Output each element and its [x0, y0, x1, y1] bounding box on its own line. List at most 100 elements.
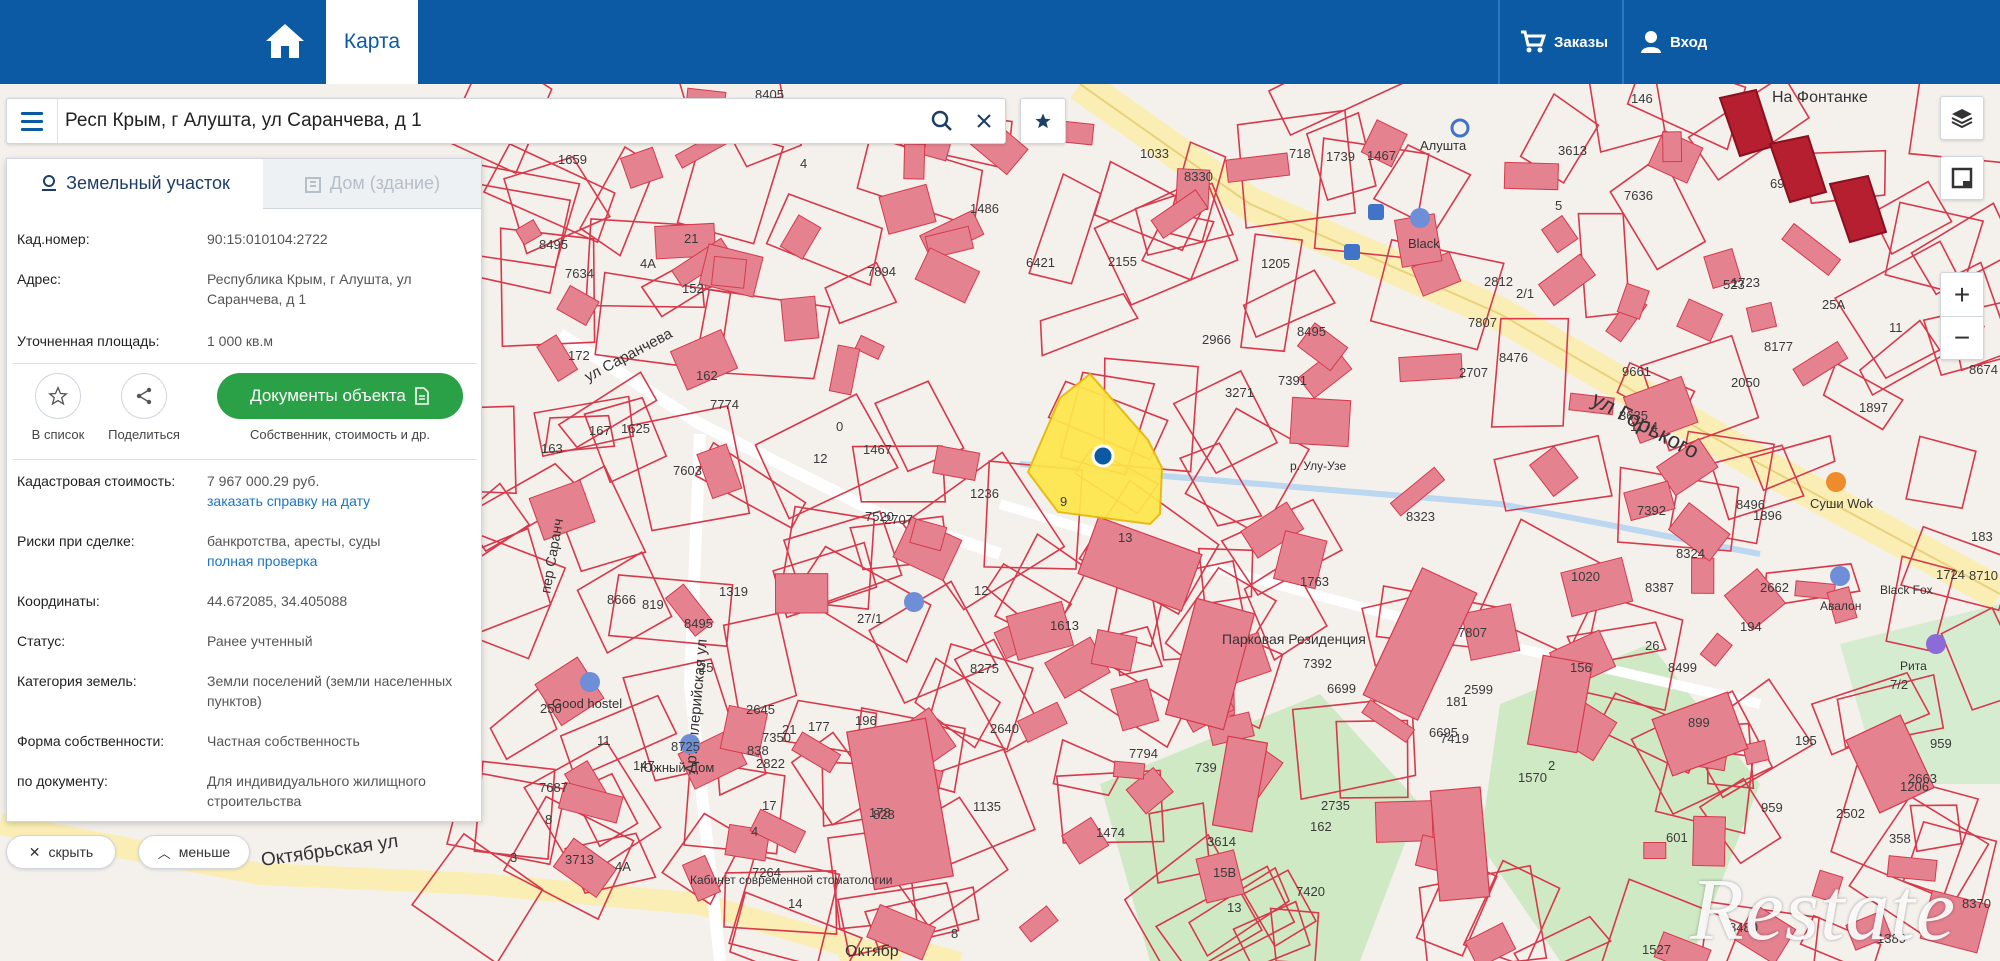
add-to-list-button[interactable]: [35, 373, 81, 419]
field-value-group: 7 967 000.29 руб. заказать справку на да…: [207, 471, 477, 511]
parcel-number-label: 146: [1631, 91, 1653, 106]
building-footprint[interactable]: [1692, 815, 1726, 867]
basemap-button[interactable]: [1940, 156, 1984, 200]
building-footprint[interactable]: [1643, 841, 1667, 860]
zoom-out-button[interactable]: −: [1941, 316, 1983, 359]
clear-search-button[interactable]: [967, 105, 1001, 137]
parcel-number-label: 3635: [1619, 408, 1648, 423]
menu-icon: [21, 111, 43, 115]
login-button[interactable]: Вход: [1640, 24, 1707, 60]
poi-rita: Рита: [1900, 659, 1927, 673]
collapse-panel-button[interactable]: ︿ меньше: [138, 835, 250, 869]
tab-land-plot[interactable]: Земельный участок: [7, 159, 263, 209]
parcel-number-label: 2707: [1459, 365, 1488, 380]
orders-button[interactable]: Заказы: [1520, 24, 1608, 60]
share-button[interactable]: [121, 373, 167, 419]
building-footprint[interactable]: [710, 255, 748, 289]
cad-number-link[interactable]: 90:15:010104:2722: [207, 229, 477, 249]
parcel-number-label: 1033: [1140, 146, 1169, 161]
zoom-control: + −: [1940, 272, 1984, 360]
zoom-in-button[interactable]: +: [1941, 273, 1983, 316]
object-documents-button[interactable]: Документы объекта: [217, 373, 463, 419]
parcel-number-label: 1135: [973, 799, 1001, 814]
parcel-number-label: 3613: [1558, 143, 1587, 158]
field-label: Кадастровая стоимость:: [17, 473, 176, 489]
parcel-number-label: 7520: [865, 509, 894, 524]
parcel-number-label: 2640: [990, 721, 1019, 736]
building-footprint[interactable]: [774, 573, 829, 614]
building-footprint[interactable]: [780, 295, 820, 342]
parcel-number-label: 1527: [1642, 942, 1671, 957]
menu-button[interactable]: [7, 99, 57, 143]
parcel-number-label: 183: [1971, 529, 1993, 544]
field-value: Земли поселений (земли населенных пункто…: [207, 673, 453, 709]
parcel-number-label: 8710: [1969, 568, 1998, 583]
field-label: Категория земель:: [17, 673, 137, 689]
home-button[interactable]: [260, 18, 310, 64]
search-button[interactable]: [925, 105, 959, 137]
field-label: Кад.номер:: [17, 231, 90, 247]
parcel-number-label: 7774: [710, 397, 739, 412]
building-footprint[interactable]: [1112, 760, 1146, 780]
parcel-number-label: 7392: [1637, 503, 1666, 518]
tab-house[interactable]: Дом (здание): [263, 159, 481, 209]
parcel-number-label: 2812: [1484, 274, 1513, 289]
building-footprint[interactable]: [1745, 301, 1778, 333]
hide-panel-button[interactable]: ✕ скрыть: [6, 835, 116, 869]
building-footprint[interactable]: [1090, 629, 1138, 672]
building-footprint[interactable]: [1429, 786, 1491, 902]
parcel-number-label: 25A: [1822, 297, 1845, 312]
building-footprint[interactable]: [903, 143, 926, 180]
field-value: Для индивидуального жилищного строительс…: [207, 773, 426, 809]
parcel-number-label: 2502: [1836, 806, 1865, 821]
building-footprint[interactable]: [1691, 557, 1715, 594]
parcel-number-label: 3: [510, 850, 517, 865]
parcel-number-label: 8: [951, 926, 958, 941]
parcel-number-label: 4: [800, 156, 807, 171]
building-footprint[interactable]: [1503, 161, 1559, 191]
field-value: 7 967 000.29 руб.: [207, 473, 320, 489]
field-value: 1 000 кв.м: [207, 333, 274, 349]
poi-black: Black: [1408, 236, 1440, 251]
field-value: банкротства, аресты, суды: [207, 533, 381, 549]
parcel-number-label: 1625: [621, 421, 650, 436]
parcel-number-label: 15B: [1213, 865, 1236, 880]
parcel-number-label: 1020: [1571, 569, 1600, 584]
parcel-number-label: 739: [1195, 760, 1217, 775]
parcel-number-label: 1486: [970, 201, 999, 216]
tab-map[interactable]: Карта: [326, 0, 418, 84]
parcel-number-label: 177: [808, 719, 830, 734]
building-footprint[interactable]: [1662, 131, 1683, 163]
parcel-number-label: 718: [1289, 146, 1311, 161]
building-footprint[interactable]: [1289, 396, 1352, 448]
bus-stop-marker: [1368, 204, 1384, 220]
parcel-number-label: 2822: [756, 756, 785, 771]
parcel-number-label: 8476: [1499, 350, 1528, 365]
top-divider: [1498, 0, 1500, 84]
parcel-number-label: 152: [682, 281, 704, 296]
layers-button[interactable]: [1940, 96, 1984, 140]
parcel-number-label: 8495: [539, 237, 568, 252]
parcel-number-label: 4A: [640, 256, 656, 271]
poi-marker: [1826, 472, 1846, 492]
building-footprint[interactable]: [1398, 353, 1464, 383]
parcel-number-label: 195: [1795, 733, 1817, 748]
parcel-number-label: 2599: [1464, 682, 1493, 697]
favorite-button[interactable]: [1020, 98, 1066, 144]
search-input[interactable]: [65, 107, 905, 135]
field-label: Статус:: [17, 633, 66, 649]
full-check-link[interactable]: полная проверка: [207, 551, 477, 571]
parcel-number-label: 3713: [565, 852, 594, 867]
parcel-number-label: 2966: [1202, 332, 1231, 347]
parcel-number-label: 0: [836, 419, 843, 434]
poi-marker: [1410, 208, 1430, 228]
parcel-number-label: 7391: [1278, 373, 1307, 388]
poi-good-hostel: Good hostel: [552, 696, 622, 711]
poi-parkovaya: Парковая Резиденция: [1222, 631, 1366, 647]
order-certificate-link[interactable]: заказать справку на дату: [207, 491, 477, 511]
close-icon: [977, 114, 991, 128]
chevron-up-icon: ︿: [157, 845, 171, 861]
selected-parcel-marker[interactable]: [1091, 444, 1115, 468]
parcel-number-label: 959: [1761, 800, 1783, 815]
field-label: Координаты:: [17, 593, 100, 609]
